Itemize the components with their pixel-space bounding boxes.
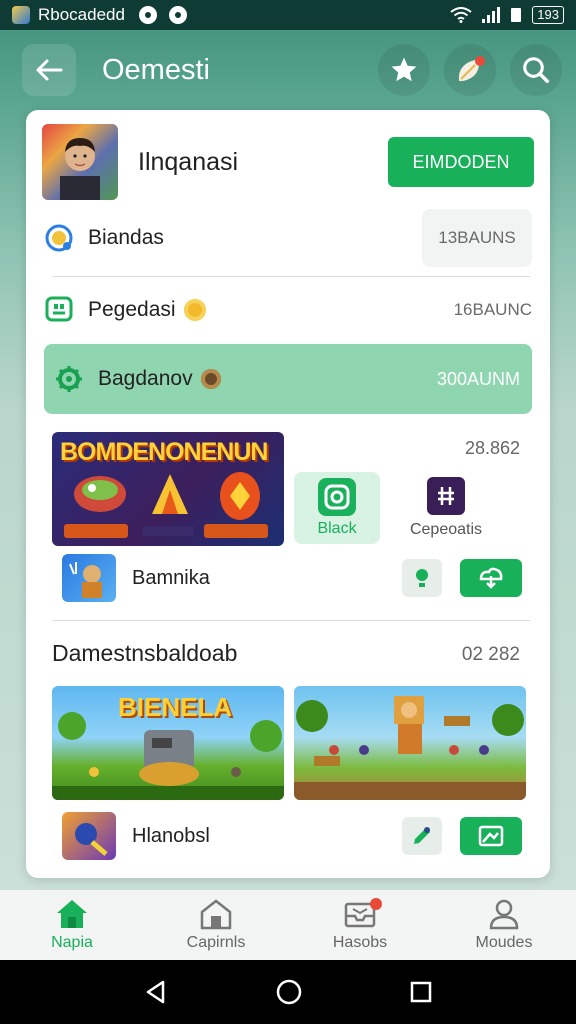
- screenshot-artwork-icon: [294, 696, 526, 800]
- leaf-badge-icon: [458, 56, 485, 81]
- list-item[interactable]: Biandas 13BAUNS: [44, 208, 532, 268]
- screenshot-artwork-icon: [52, 712, 284, 800]
- list-item-selected[interactable]: Bagdanov 300AUNM: [44, 344, 532, 414]
- avatar-portrait-icon: [42, 124, 118, 200]
- info-button[interactable]: [402, 559, 442, 597]
- notification-dot-icon: [138, 6, 157, 24]
- nav-label: Napia: [51, 934, 93, 951]
- nav-label: Hasobs: [332, 934, 388, 951]
- list-item-label: Bagdanov: [98, 367, 193, 390]
- app-icon: [427, 477, 465, 515]
- game-row[interactable]: Bamnika: [62, 552, 522, 604]
- chat-square-icon: [45, 296, 73, 322]
- game-screenshot[interactable]: [294, 686, 526, 800]
- featured-game-banner[interactable]: BOMDENONENUN: [52, 432, 284, 546]
- page-title: Oemesti: [102, 53, 210, 86]
- nav-item-moudes[interactable]: Moudes: [432, 890, 576, 960]
- back-button[interactable]: [22, 44, 76, 96]
- tile-label: Black: [317, 520, 357, 537]
- image-icon: [478, 825, 504, 847]
- tile-black[interactable]: Black: [294, 472, 380, 544]
- home-icon: [57, 900, 87, 928]
- notifications-button[interactable]: [444, 44, 496, 96]
- banner-artwork-icon: [64, 472, 268, 538]
- info-button[interactable]: [402, 817, 442, 855]
- open-button[interactable]: [460, 817, 522, 855]
- nav-label: Capirnls: [186, 934, 246, 951]
- game-icon: [62, 554, 116, 602]
- system-back-icon[interactable]: [143, 979, 169, 1005]
- section-date: 02 282: [461, 644, 520, 665]
- pin-icon: [416, 569, 428, 587]
- primary-action-button[interactable]: EIMDODEN: [388, 137, 534, 187]
- profile-name: Ilnqanasi: [138, 147, 239, 176]
- divider: [52, 620, 530, 621]
- list-item-value: 16BAUNC: [453, 300, 532, 319]
- list-item-label: Biandas: [88, 226, 164, 249]
- tile-cepeoatis[interactable]: Cepeoatis: [396, 472, 496, 544]
- game-name: Bamnika: [132, 566, 210, 589]
- tile-label: Cepeoatis: [409, 521, 483, 538]
- gear-icon: [56, 366, 82, 392]
- list-item-label: Pegedasi: [88, 298, 176, 321]
- list-item[interactable]: Pegedasi 16BAUNC: [44, 284, 532, 336]
- favorite-button[interactable]: [378, 44, 430, 96]
- circle-badge-icon: [45, 224, 73, 252]
- list-item-value: 300AUNM: [436, 368, 520, 389]
- camera-icon: [318, 478, 356, 516]
- download-button[interactable]: [460, 559, 522, 597]
- avatar: [42, 124, 118, 200]
- featured-date: 28.862: [464, 438, 520, 458]
- building-icon: [200, 899, 232, 930]
- section-title: Damestnsbaldoab: [52, 640, 238, 666]
- game-row[interactable]: Hlanobsl: [62, 810, 522, 862]
- game-name: Hlanobsl: [132, 824, 210, 847]
- app-header: Oemesti: [22, 44, 562, 96]
- bottom-navigation: Napia Capirnls Hasobs Moudes: [0, 890, 576, 960]
- game-icon: [62, 812, 116, 860]
- system-navigation-bar: [0, 960, 576, 1024]
- record-icon: [168, 6, 187, 24]
- app-notification-icon: [12, 6, 30, 24]
- divider: [52, 276, 530, 277]
- nav-item-hasobs[interactable]: Hasobs: [288, 890, 432, 960]
- nav-label: Moudes: [475, 934, 533, 951]
- system-recents-icon[interactable]: [409, 980, 433, 1004]
- signal-icon: [482, 7, 501, 23]
- coin-icon: [200, 369, 221, 389]
- game-screenshot[interactable]: BIENELA: [52, 686, 284, 800]
- status-bar: Rbocadedd 193: [0, 0, 576, 30]
- battery-indicator: 193: [532, 6, 564, 24]
- notification-badge: [370, 898, 382, 910]
- main-card: Ilnqanasi EIMDODEN Biandas 13BAUNS Peged…: [26, 110, 550, 878]
- nav-item-capirnls[interactable]: Capirnls: [144, 890, 288, 960]
- list-item-value: 13BAUNS: [422, 209, 532, 267]
- sim-icon: [511, 8, 522, 22]
- edit-icon: [414, 827, 430, 844]
- back-arrow-icon: [36, 59, 63, 81]
- cloud-download-icon: [479, 567, 503, 589]
- system-home-icon[interactable]: [275, 978, 303, 1006]
- person-icon: [489, 899, 519, 930]
- search-button[interactable]: [510, 44, 562, 96]
- wifi-icon: [450, 7, 472, 23]
- nav-item-napia[interactable]: Napia: [0, 890, 144, 960]
- star-icon: [391, 57, 417, 82]
- search-icon: [523, 57, 549, 83]
- status-app-name: Rbocadedd: [38, 5, 125, 24]
- profile-row: Ilnqanasi EIMDODEN: [42, 124, 534, 200]
- coin-icon: [183, 299, 206, 321]
